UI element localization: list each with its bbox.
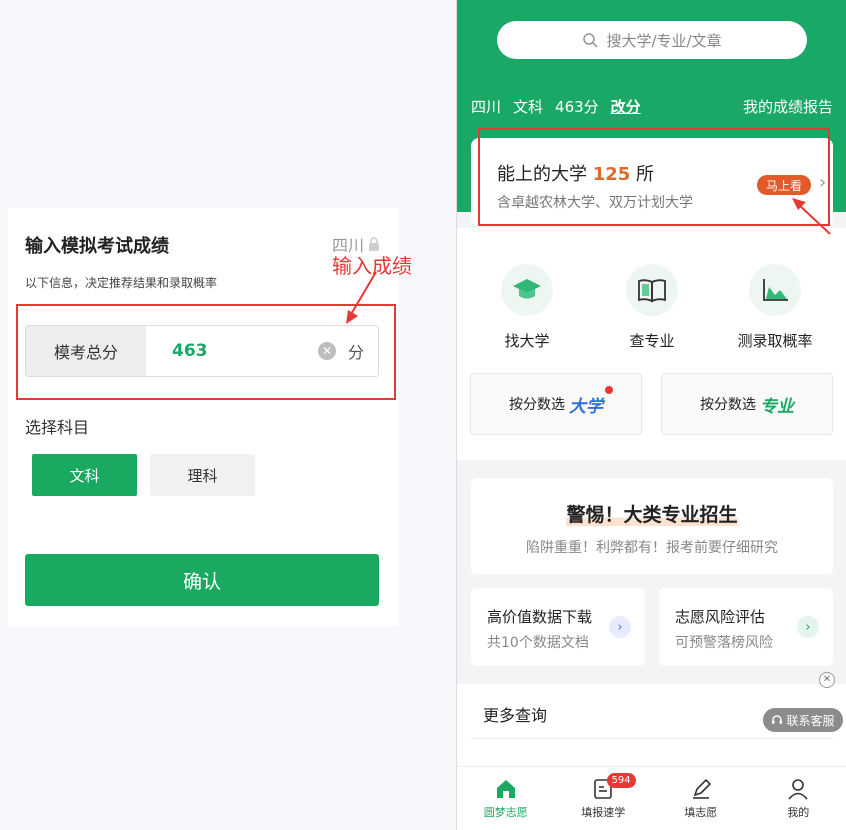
data-download-sub: 共10个数据文档 <box>487 635 589 651</box>
warning-subtitle: 陷阱重重！利弊都有！报考前要仔细研究 <box>526 540 778 556</box>
user-icon <box>788 778 808 800</box>
nav-label: 圆梦志愿 <box>483 805 528 819</box>
admission-probability-label: 测录取概率 <box>737 332 813 350</box>
clear-icon[interactable]: ✕ <box>318 342 336 360</box>
info-score: 463分 <box>555 98 599 116</box>
search-placeholder: 搜大学/专业/文章 <box>606 31 722 50</box>
headset-icon <box>772 715 783 724</box>
notification-badge: 594 <box>606 773 636 788</box>
confirm-button[interactable]: 确认 <box>25 554 379 606</box>
find-university-label: 找大学 <box>504 332 550 350</box>
customer-service-button[interactable]: 联系客服 <box>763 708 843 732</box>
chart-icon <box>763 279 788 301</box>
search-major-entry[interactable]: 查专业 <box>592 264 712 351</box>
pen-icon <box>692 778 711 799</box>
home-icon <box>496 779 515 798</box>
bottom-navigation: 圆梦志愿 594 填报速学 填志愿 我的 <box>457 766 846 830</box>
info-subject: 文科 <box>513 98 544 116</box>
subject-wenke-button[interactable]: 文科 <box>32 454 137 496</box>
lock-icon <box>369 237 379 251</box>
find-university-entry[interactable]: 找大学 <box>467 264 587 351</box>
subject-section-title: 选择科目 <box>25 418 90 437</box>
nav-fill-volunteer[interactable]: 填志愿 <box>652 767 750 830</box>
score-input-row: 模考总分 463 ✕ 分 <box>25 325 379 377</box>
chevron-right-icon: › <box>797 616 819 638</box>
risk-assessment-sub: 可预警落榜风险 <box>675 635 773 651</box>
search-icon <box>583 33 599 48</box>
app-screen: 搜大学/专业/文章 四川 文科 463分 改分 我的成绩报告 能上的大学 125… <box>456 0 846 830</box>
filter-by-score-major[interactable]: 按分数选 专业 <box>661 373 833 435</box>
search-bar[interactable]: 搜大学/专业/文章 <box>497 21 807 59</box>
feature-section: 找大学 查专业 测录取概率 按分数选 大学 按分数选 专业 <box>457 228 846 460</box>
score-label: 模考总分 <box>26 326 146 376</box>
score-unit: 分 <box>348 343 365 362</box>
risk-assessment-title: 志愿风险评估 <box>675 608 766 626</box>
filter-major-accent: 专业 <box>760 396 794 417</box>
nav-label: 填报速学 <box>581 805 626 819</box>
filter-university-accent: 大学 <box>569 396 603 417</box>
search-major-label: 查专业 <box>629 332 675 350</box>
score-input[interactable]: 463 <box>146 326 318 376</box>
data-download-card[interactable]: 高价值数据下载 共10个数据文档 › <box>471 588 645 666</box>
filter-university-prefix: 按分数选 <box>509 397 565 413</box>
warning-article-card[interactable]: 警惕！大类专业招生 陷阱重重！利弊都有！报考前要仔细研究 <box>471 478 833 574</box>
card-subtitle: 以下信息，决定推荐结果和录取概率 <box>25 276 218 290</box>
card-title: 输入模拟考试成绩 <box>25 236 169 257</box>
data-download-title: 高价值数据下载 <box>487 608 593 626</box>
subject-like-button[interactable]: 理科 <box>150 454 255 496</box>
annotation-arrow-icon <box>792 198 831 235</box>
nav-mine[interactable]: 我的 <box>750 767 846 830</box>
score-info-row: 四川 文科 463分 改分 我的成绩报告 <box>471 96 833 117</box>
divider <box>471 738 833 739</box>
graduation-cap-icon <box>513 279 541 299</box>
filter-by-score-university[interactable]: 按分数选 大学 <box>470 373 642 435</box>
risk-assessment-card[interactable]: 志愿风险评估 可预警落榜风险 › <box>659 588 833 666</box>
nav-label: 我的 <box>787 805 810 819</box>
customer-service-label: 联系客服 <box>786 713 835 728</box>
notification-dot <box>605 386 613 394</box>
chevron-right-icon: › <box>609 616 631 638</box>
info-region: 四川 <box>471 98 502 116</box>
warning-title: 警惕！大类专业招生 <box>566 504 738 526</box>
close-icon[interactable]: ✕ <box>819 672 835 688</box>
book-icon <box>638 279 666 303</box>
nav-dream-volunteer[interactable]: 圆梦志愿 <box>457 767 555 830</box>
annotation-highlight-box <box>478 128 830 226</box>
more-query-title: 更多查询 <box>483 706 548 725</box>
filter-major-prefix: 按分数选 <box>700 397 756 413</box>
admission-probability-entry[interactable]: 测录取概率 <box>715 264 835 351</box>
score-report-link[interactable]: 我的成绩报告 <box>743 96 833 117</box>
nav-label: 填志愿 <box>684 805 718 819</box>
nav-quick-learn[interactable]: 594 填报速学 <box>555 767 653 830</box>
edit-score-link[interactable]: 改分 <box>611 96 641 117</box>
